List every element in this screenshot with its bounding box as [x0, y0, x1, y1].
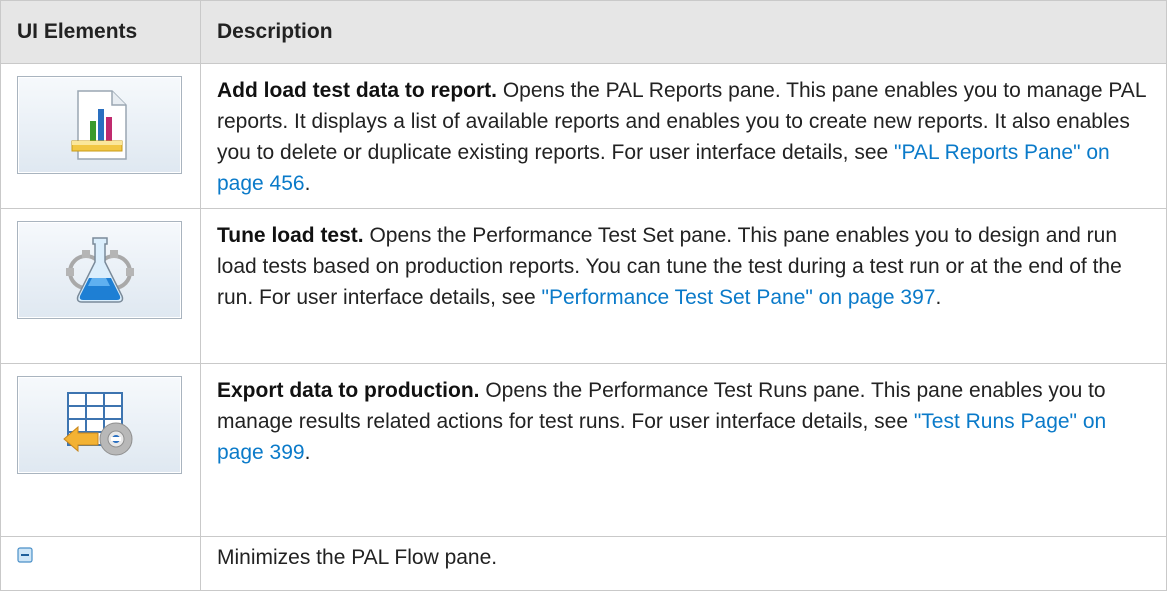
row-title: Export data to production.	[217, 379, 480, 402]
report-chart-icon	[71, 90, 127, 160]
header-description: Description	[200, 0, 1167, 64]
row-title: Tune load test.	[217, 224, 364, 247]
table-row: Add load test data to report. Opens the …	[0, 63, 1167, 209]
performance-test-set-pane-link[interactable]: "Performance Test Set Pane" on page 397	[542, 286, 936, 309]
table-row: Export data to production. Opens the Per…	[0, 363, 1167, 537]
minimize-icon[interactable]	[17, 547, 33, 563]
table-row: Tune load test. Opens the Performance Te…	[0, 208, 1167, 364]
minimize-description: Minimizes the PAL Flow pane.	[200, 536, 1167, 591]
row-period: .	[304, 441, 311, 464]
tune-load-test-button[interactable]	[17, 221, 182, 319]
add-to-report-button[interactable]	[17, 76, 182, 174]
row-title: Add load test data to report.	[217, 79, 498, 102]
gear-flask-icon	[65, 237, 134, 303]
header-ui-elements: UI Elements	[0, 0, 201, 64]
ui-elements-table: UI Elements Description Add load test da…	[0, 0, 1167, 591]
row-period: .	[935, 286, 942, 309]
table-header-row: UI Elements Description	[0, 0, 1167, 64]
table-export-gear-icon	[62, 392, 132, 456]
export-to-production-button[interactable]	[17, 376, 182, 474]
table-row: Minimizes the PAL Flow pane.	[0, 536, 1167, 591]
row-period: .	[304, 172, 311, 195]
